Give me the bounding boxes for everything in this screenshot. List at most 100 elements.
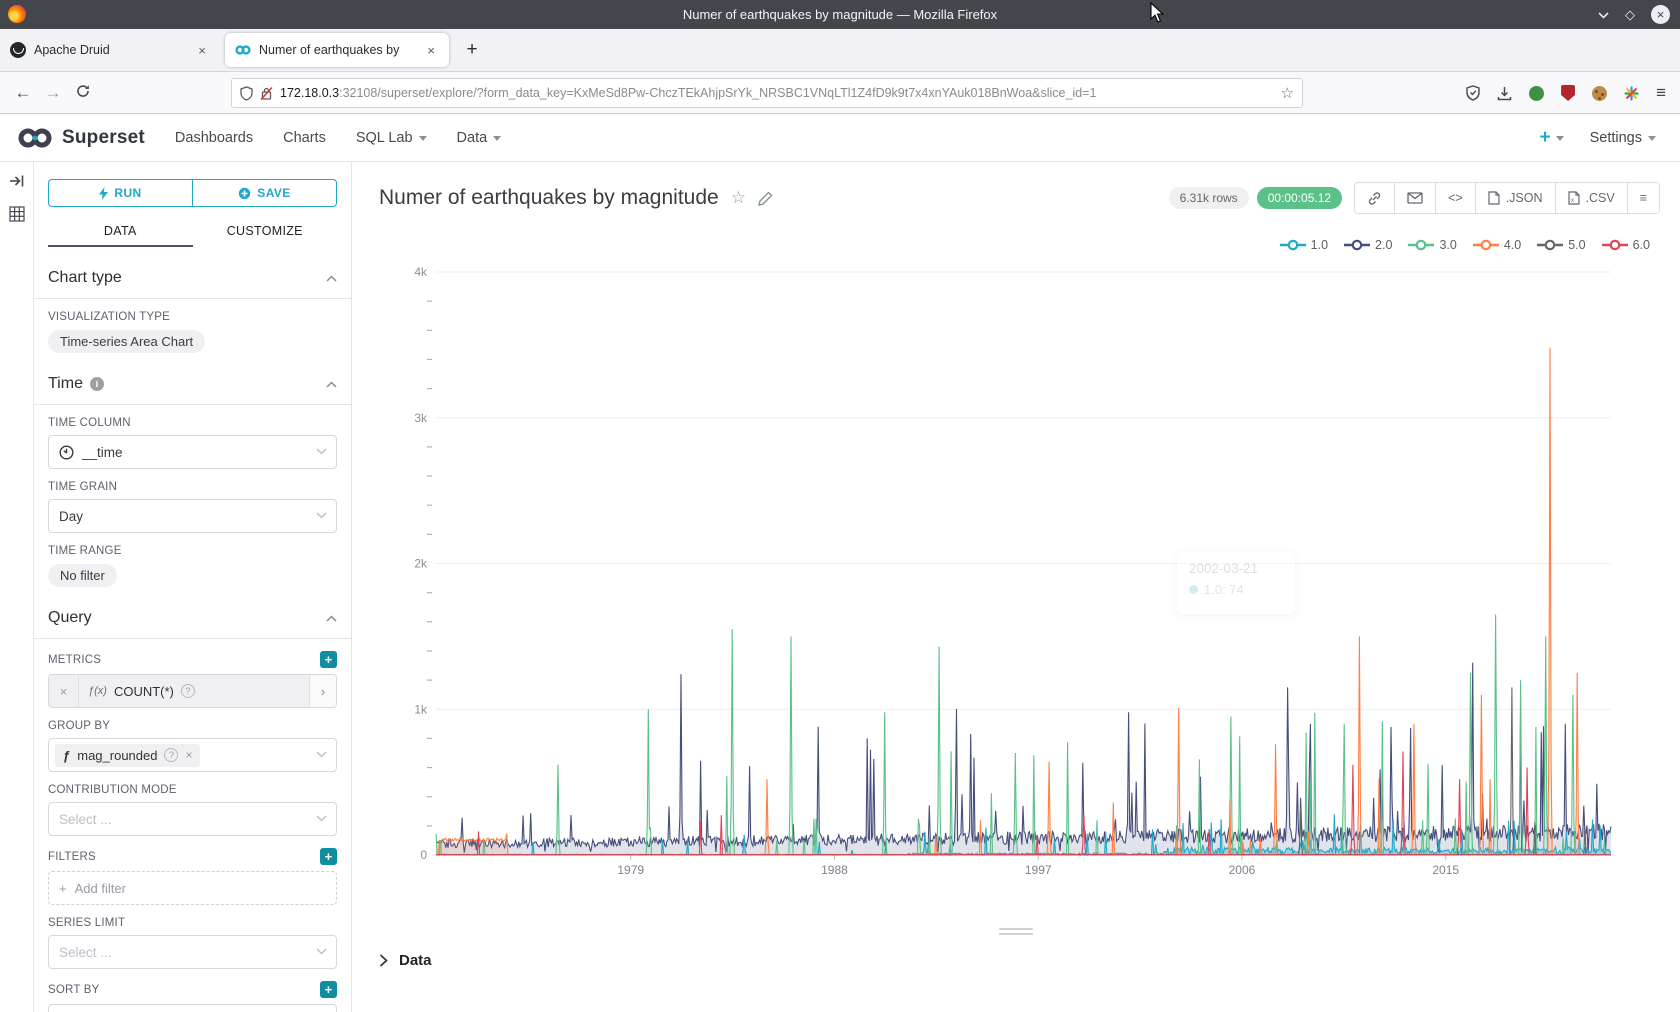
druid-favicon: [10, 42, 26, 58]
tab-data[interactable]: DATA: [48, 217, 193, 247]
left-rail: [0, 162, 34, 1012]
cookie-extension-icon[interactable]: [1592, 86, 1607, 101]
bookmark-star-icon[interactable]: ☆: [1281, 84, 1294, 102]
ublock-icon[interactable]: [1561, 85, 1575, 101]
shield-permissions-icon[interactable]: [240, 86, 253, 101]
info-icon: i: [90, 377, 104, 391]
metric-chip[interactable]: × ƒ(x)COUNT(*)? ›: [48, 674, 337, 708]
copy-link-icon[interactable]: [1355, 183, 1395, 213]
nav-sql-lab[interactable]: SQL Lab: [356, 130, 427, 146]
reload-icon[interactable]: [68, 83, 98, 103]
timeseries-area-chart[interactable]: 01k2k3k4k19791988199720062015: [380, 250, 1660, 898]
brand-name: Superset: [62, 127, 145, 149]
contribution-mode-select[interactable]: Select ...: [48, 802, 337, 836]
group-by-chip[interactable]: ƒmag_rounded ? ×: [55, 744, 200, 767]
chevron-up-icon: [326, 275, 337, 282]
chevron-down-icon: [316, 948, 327, 955]
colorful-extension-icon[interactable]: [1624, 86, 1639, 101]
add-filter-button[interactable]: +: [320, 848, 337, 865]
add-metric-button[interactable]: +: [320, 651, 337, 668]
run-button[interactable]: RUN: [48, 179, 192, 207]
series-2.0: [436, 663, 1611, 853]
chevron-down-icon: [1556, 136, 1564, 141]
lightning-icon: [99, 187, 108, 200]
settings-menu[interactable]: Settings: [1590, 130, 1656, 146]
resize-handle[interactable]: [999, 928, 1033, 938]
series-limit-select[interactable]: Select ...: [48, 935, 337, 969]
nav-charts[interactable]: Charts: [283, 130, 326, 146]
insecure-lock-icon[interactable]: [260, 86, 273, 101]
section-query[interactable]: Query: [48, 609, 337, 627]
tab-label: Numer of earthquakes by: [259, 43, 415, 57]
nav-data[interactable]: Data: [457, 130, 502, 146]
chevron-up-icon: [326, 381, 337, 388]
tab-list-chevron-icon[interactable]: [1598, 7, 1609, 22]
time-column-label: TIME COLUMN: [48, 417, 131, 429]
svg-text:x: x: [1571, 198, 1574, 204]
viz-type-pill[interactable]: Time-series Area Chart: [48, 330, 205, 353]
tooltip-date: 2002-03-21: [1189, 561, 1283, 576]
sort-by-select[interactable]: Select ...: [48, 1004, 337, 1012]
time-grain-select[interactable]: Day: [48, 499, 337, 533]
chevron-down-icon: [419, 136, 427, 141]
section-chart-type[interactable]: Chart type: [48, 269, 337, 287]
expand-metric-icon[interactable]: ›: [309, 675, 336, 707]
chevron-down-icon: [1648, 136, 1656, 141]
tooltip-series-dot: [1189, 585, 1198, 594]
tab-customize[interactable]: CUSTOMIZE: [193, 217, 338, 247]
plus-icon: +: [59, 881, 67, 896]
svg-text:1979: 1979: [617, 863, 644, 877]
help-icon: ?: [181, 684, 195, 698]
export-csv-button[interactable]: x .CSV: [1556, 183, 1628, 213]
url-bar[interactable]: 172.18.0.3:32108/superset/explore/?form_…: [231, 78, 1303, 108]
close-tab-icon[interactable]: ×: [423, 43, 439, 58]
new-tab-button[interactable]: +: [455, 33, 489, 67]
chevron-down-icon: [316, 751, 327, 758]
browser-toolbar: ← → 172.18.0.3:32108/superset/explore/?f…: [0, 72, 1680, 114]
embed-code-icon[interactable]: <>: [1436, 183, 1476, 213]
superset-logo[interactable]: Superset: [16, 126, 145, 150]
close-window-icon[interactable]: ×: [1651, 5, 1670, 24]
chevron-down-icon: [316, 815, 327, 822]
time-range-pill[interactable]: No filter: [48, 564, 117, 587]
restore-window-icon[interactable]: ◇: [1625, 7, 1635, 23]
download-icon[interactable]: [1497, 86, 1512, 101]
data-panel-header[interactable]: Data: [379, 952, 432, 969]
back-icon[interactable]: ←: [8, 83, 38, 103]
new-item-button[interactable]: +: [1539, 127, 1563, 149]
collapse-panel-icon[interactable]: [9, 174, 25, 188]
time-range-label: TIME RANGE: [48, 545, 122, 557]
add-sort-button[interactable]: +: [320, 981, 337, 998]
extension-green-icon[interactable]: [1529, 86, 1544, 101]
chart-menu-icon[interactable]: ≡: [1628, 183, 1659, 213]
dataset-grid-icon[interactable]: [9, 206, 25, 222]
browser-menu-icon[interactable]: ≡: [1656, 83, 1666, 103]
query-timer-badge: 00:00:05.12: [1257, 187, 1342, 209]
superset-favicon: [235, 42, 251, 58]
time-grain-label: TIME GRAIN: [48, 481, 117, 493]
group-by-select[interactable]: ƒmag_rounded ? ×: [48, 738, 337, 772]
chevron-right-icon: [379, 954, 388, 967]
metrics-label: METRICS: [48, 654, 101, 666]
remove-chip-icon[interactable]: ×: [185, 748, 192, 762]
export-json-button[interactable]: .JSON: [1476, 183, 1556, 213]
section-time[interactable]: Timei: [48, 375, 337, 393]
shield-check-icon[interactable]: [1466, 85, 1480, 101]
remove-metric-icon[interactable]: ×: [49, 675, 79, 707]
chevron-down-icon: [316, 448, 327, 455]
forward-icon[interactable]: →: [38, 83, 68, 103]
tab-superset-explore[interactable]: Numer of earthquakes by ×: [225, 33, 449, 67]
save-button[interactable]: SAVE: [192, 179, 337, 207]
nav-dashboards[interactable]: Dashboards: [175, 130, 253, 146]
mouse-cursor: [1150, 2, 1166, 24]
svg-text:2015: 2015: [1432, 863, 1459, 877]
close-tab-icon[interactable]: ×: [194, 43, 210, 58]
url-text[interactable]: 172.18.0.3:32108/superset/explore/?form_…: [280, 86, 1274, 100]
favorite-star-icon[interactable]: ☆: [731, 188, 746, 208]
tab-apache-druid[interactable]: Apache Druid ×: [0, 33, 220, 67]
email-icon[interactable]: [1395, 183, 1436, 213]
edit-pencil-icon[interactable]: [758, 191, 773, 206]
add-filter-dropzone[interactable]: +Add filter: [48, 871, 337, 905]
svg-text:0: 0: [420, 848, 427, 862]
time-column-select[interactable]: __time: [48, 435, 337, 469]
